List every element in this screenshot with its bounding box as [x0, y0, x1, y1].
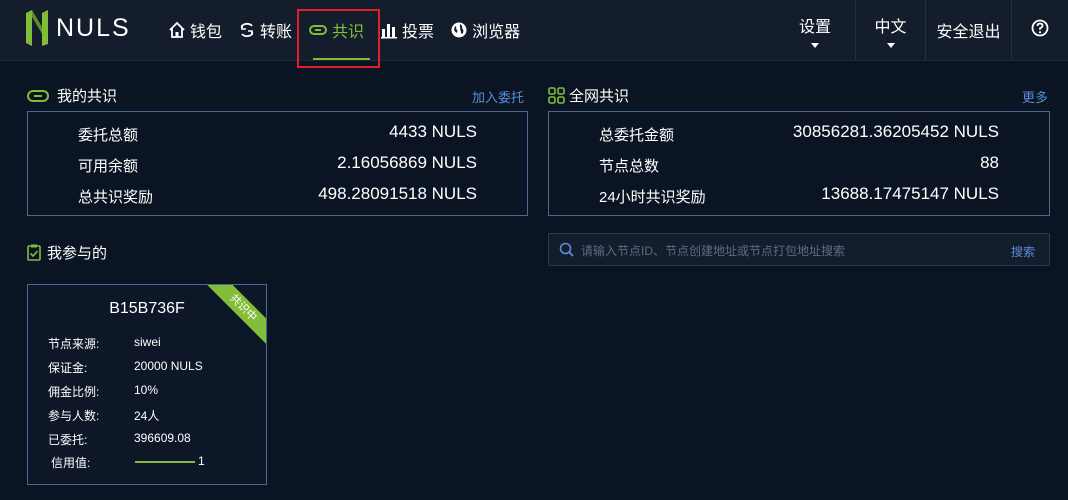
nav-item-transfer[interactable]: 转账: [230, 0, 300, 60]
grid-icon: [548, 87, 565, 104]
highlight-box: [297, 9, 380, 68]
chevron-down-icon: [886, 42, 895, 48]
field-label: 保证金:: [48, 361, 88, 375]
section-title-text: 我参与的: [47, 245, 108, 262]
info-value: 498.28091518 NULS: [318, 184, 477, 203]
info-value: 13688.17475147 NULS: [821, 184, 999, 203]
checklist-icon: [27, 244, 41, 261]
field-label: 佣金比例:: [48, 385, 100, 399]
info-value: 4433 NULS: [389, 122, 477, 141]
join-delegation-link[interactable]: 加入委托: [472, 87, 524, 106]
bar-chart-icon: [380, 21, 398, 39]
network-consensus-title: 全网共识: [548, 85, 629, 106]
my-consensus-title: 我的共识: [27, 85, 117, 106]
search-button[interactable]: 搜索: [1011, 243, 1035, 260]
info-value: 30856281.36205452 NULS: [792, 122, 999, 141]
search-icon: [559, 242, 574, 262]
right-menu: 设置 中文 安全退出: [775, 0, 1068, 60]
nuls-logo[interactable]: NULS: [24, 8, 131, 48]
info-label: 总共识奖励: [78, 189, 154, 206]
nav-item-wallet[interactable]: 钱包: [160, 0, 230, 60]
home-icon: [168, 21, 186, 39]
field-label: 已委托:: [48, 433, 88, 447]
nuls-logo-icon: [26, 10, 48, 46]
info-label: 总委托金额: [599, 127, 675, 144]
settings-label: 设置: [798, 18, 831, 36]
info-label: 24小时共识奖励: [599, 189, 706, 206]
nav-label: 投票: [402, 24, 435, 41]
field-value: 24人: [134, 409, 160, 423]
nav-item-explorer[interactable]: 浏览器: [442, 0, 528, 60]
chevron-down-icon: [811, 42, 819, 48]
network-consensus-panel: 总委托金额 30856281.36205452 NULS 节点总数 88 24小…: [548, 111, 1050, 216]
link-icon: [27, 89, 49, 103]
field-value: siwei: [134, 335, 161, 349]
language-dropdown[interactable]: 中文: [855, 0, 925, 60]
settings-dropdown[interactable]: 设置: [775, 0, 855, 60]
transfer-icon: [238, 21, 256, 39]
language-label: 中文: [874, 18, 907, 36]
info-row: 总共识奖励 498.28091518 NULS: [28, 184, 527, 206]
info-row: 委托总额 4433 NULS: [28, 122, 527, 144]
top-navigation-bar: NULS 钱包 转账 共识 投票 浏览器 设置 中文 安全退出: [0, 0, 1068, 61]
info-label: 节点总数: [599, 158, 660, 175]
field-label: 节点来源:: [48, 337, 100, 351]
field-label: 参与人数:: [48, 409, 100, 423]
nav-label: 钱包: [190, 24, 223, 41]
field-value: 20000 NULS: [134, 359, 203, 373]
nav-label: 转账: [260, 24, 293, 41]
globe-icon: [450, 21, 468, 39]
info-label: 委托总额: [78, 127, 139, 144]
info-value: 88: [980, 153, 999, 172]
nav-label: 浏览器: [472, 24, 521, 41]
info-value: 2.16056869 NULS: [337, 153, 477, 172]
nav-item-vote[interactable]: 投票: [372, 0, 442, 60]
info-row: 总委托金额 30856281.36205452 NULS: [549, 122, 1049, 144]
more-link[interactable]: 更多: [1022, 87, 1048, 106]
field-value: 396609.08: [134, 431, 191, 445]
logo-text: NULS: [56, 13, 131, 42]
participated-title: 我参与的: [27, 242, 107, 263]
node-card[interactable]: B15B736F 共识中 节点来源: siwei 保证金: 20000 NULS…: [27, 284, 267, 485]
credit-bar: [135, 461, 195, 463]
credit-value: 1: [198, 454, 205, 468]
help-icon: [1031, 19, 1049, 42]
section-title-text: 我的共识: [57, 88, 118, 105]
field-value: 10%: [134, 383, 159, 397]
logout-label: 安全退出: [936, 24, 1001, 41]
help-button[interactable]: [1011, 0, 1068, 60]
node-search-box: 搜索: [548, 233, 1050, 267]
info-label: 可用余额: [78, 158, 139, 175]
node-search-input[interactable]: [579, 234, 1003, 267]
my-consensus-panel: 委托总额 4433 NULS 可用余额 2.16056869 NULS 总共识奖…: [27, 111, 528, 216]
logout-button[interactable]: 安全退出: [925, 0, 1011, 60]
info-row: 节点总数 88: [549, 153, 1049, 175]
section-title-text: 全网共识: [569, 88, 630, 105]
field-label: 信用值:: [51, 456, 91, 470]
info-row: 可用余额 2.16056869 NULS: [28, 153, 527, 175]
info-row: 24小时共识奖励 13688.17475147 NULS: [549, 184, 1049, 206]
